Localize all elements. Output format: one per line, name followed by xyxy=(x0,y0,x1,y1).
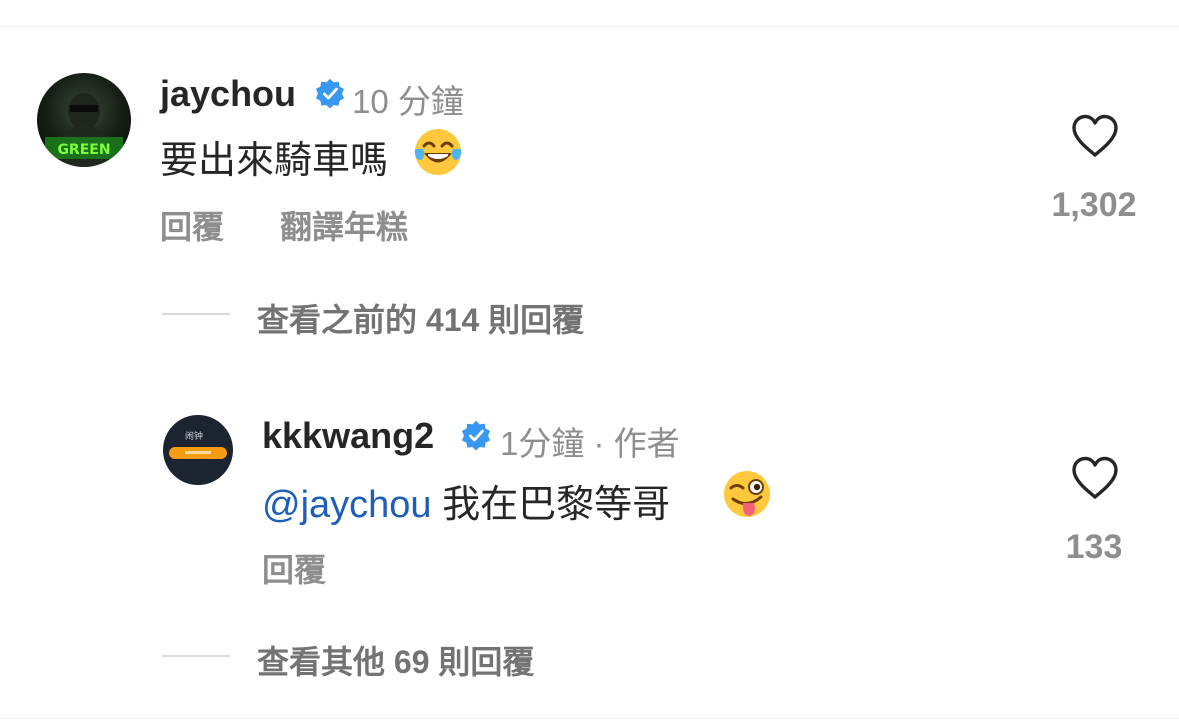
top-divider xyxy=(0,26,1179,27)
view-previous-replies-button[interactable]: 查看之前的 414 則回覆 xyxy=(257,295,584,341)
reply-button[interactable]: 回覆 xyxy=(160,202,224,248)
bottom-divider xyxy=(0,718,1179,719)
like-count: 1,302 xyxy=(1051,186,1137,224)
verified-badge-icon xyxy=(461,420,491,451)
verified-badge-icon xyxy=(315,78,345,109)
comment-text: @jaychou 我在巴黎等哥 xyxy=(262,473,670,528)
svg-text:GREEN: GREEN xyxy=(57,142,110,158)
avatar-jaychou[interactable]: GREEN xyxy=(37,73,131,167)
avatar-image: GREEN xyxy=(45,93,123,167)
comment-timestamp: 1分鐘 · 作者 xyxy=(500,425,680,462)
view-other-replies-button[interactable]: 查看其他 69 則回覆 xyxy=(257,637,534,683)
view-replies-divider xyxy=(162,313,230,315)
avatar-image: 闹钟 xyxy=(169,430,227,459)
avatar-text: 闹钟 xyxy=(185,430,203,442)
translate-button[interactable]: 翻譯年糕 xyxy=(280,202,408,248)
view-replies-divider xyxy=(162,655,230,657)
comment-timestamp: 10 分鐘 xyxy=(352,83,464,120)
like-heart-icon[interactable] xyxy=(1070,113,1120,159)
mention-link[interactable]: @jaychou xyxy=(262,484,432,526)
winking-tongue-emoji-icon xyxy=(724,471,770,517)
reply-button[interactable]: 回覆 xyxy=(262,545,326,591)
comment-username[interactable]: jaychou xyxy=(160,73,296,115)
comment-text: 要出來騎車嗎 xyxy=(160,140,389,182)
like-count: 133 xyxy=(1065,528,1123,566)
like-heart-icon[interactable] xyxy=(1070,455,1120,501)
comment-username[interactable]: kkkwang2 xyxy=(262,415,434,457)
tears-of-joy-emoji-icon xyxy=(414,129,462,175)
avatar-kkkwang2[interactable]: 闹钟 xyxy=(163,415,233,485)
comment-body: 我在巴黎等哥 xyxy=(431,484,671,526)
